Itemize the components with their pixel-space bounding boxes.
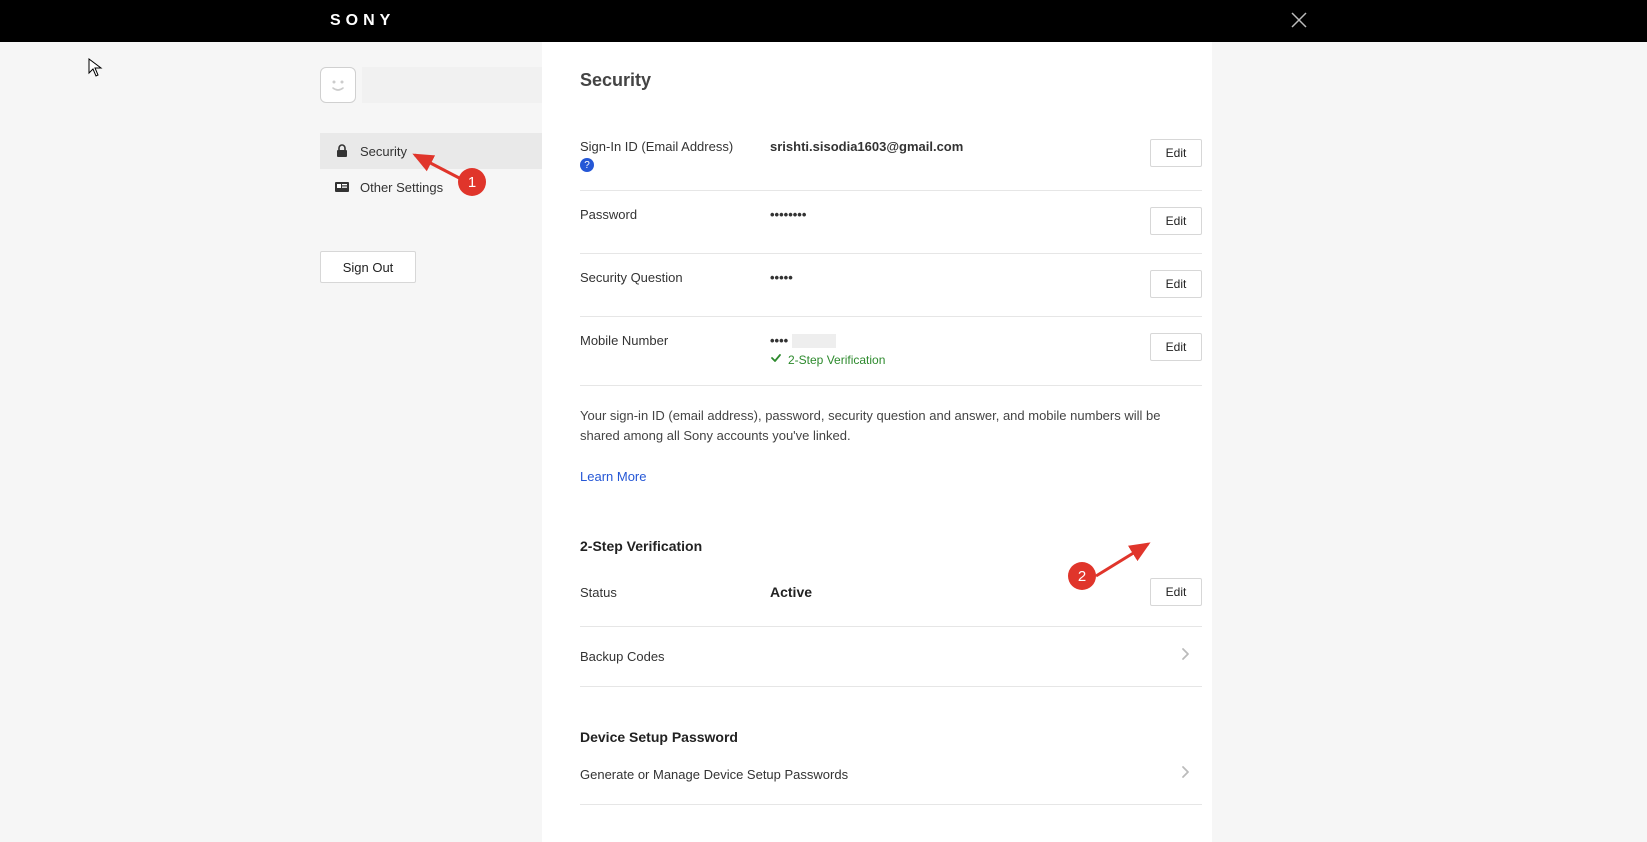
- status-value: Active: [770, 584, 1150, 600]
- topbar: SONY: [0, 0, 1647, 42]
- mobile-number-label: Mobile Number: [580, 333, 770, 348]
- security-question-label: Security Question: [580, 270, 770, 285]
- mobile-redacted-block: [792, 334, 836, 348]
- two-step-text: 2-Step Verification: [788, 353, 885, 367]
- page-title: Security: [580, 70, 1202, 91]
- brand-logo: SONY: [330, 12, 395, 30]
- edit-mobile-button[interactable]: Edit: [1150, 333, 1202, 361]
- status-label: Status: [580, 585, 770, 600]
- security-question-masked: •••••: [770, 270, 793, 285]
- edit-password-button[interactable]: Edit: [1150, 207, 1202, 235]
- sidebar-item-label: Other Settings: [360, 180, 443, 195]
- chevron-right-icon: [1180, 647, 1202, 666]
- learn-more-link[interactable]: Learn More: [580, 469, 646, 484]
- two-step-section-title: 2-Step Verification: [580, 538, 1202, 554]
- signin-id-label: Sign-In ID (Email Address) ?: [580, 139, 770, 172]
- sidebar-item-other-settings[interactable]: Other Settings: [320, 169, 542, 205]
- two-step-indicator: 2-Step Verification: [770, 352, 1150, 367]
- signin-id-row: Sign-In ID (Email Address) ? srishti.sis…: [580, 123, 1202, 191]
- profile-name-placeholder: [362, 67, 542, 103]
- avatar: [320, 67, 356, 103]
- main-panel: Security Sign-In ID (Email Address) ? sr…: [542, 42, 1212, 842]
- password-masked: ••••••••: [770, 207, 806, 222]
- lock-icon: [334, 143, 350, 159]
- sidebar: Security Other Settings Sign Out: [0, 42, 542, 842]
- check-icon: [770, 352, 782, 367]
- signin-id-value: srishti.sisodia1603@gmail.com: [770, 139, 1150, 154]
- password-label: Password: [580, 207, 770, 222]
- card-icon: [334, 179, 350, 195]
- backup-codes-row[interactable]: Backup Codes: [580, 627, 1202, 687]
- cursor-icon: [88, 58, 104, 81]
- device-setup-manage-label: Generate or Manage Device Setup Password…: [580, 767, 1180, 782]
- security-question-row: Security Question ••••• Edit: [580, 254, 1202, 317]
- close-icon[interactable]: [1291, 12, 1307, 31]
- sidebar-item-label: Security: [360, 144, 407, 159]
- shared-info-note: Your sign-in ID (email address), passwor…: [580, 406, 1202, 445]
- profile-row: [320, 67, 542, 103]
- sidebar-item-security[interactable]: Security: [320, 133, 542, 169]
- annotation-callout-2: 2: [1068, 562, 1096, 590]
- help-icon[interactable]: ?: [580, 158, 594, 172]
- content-layout: Security Other Settings Sign Out Securit…: [0, 42, 1647, 842]
- chevron-right-icon: [1180, 765, 1202, 784]
- sidebar-inner: Security Other Settings Sign Out: [320, 67, 542, 283]
- two-step-status-row: Status Active Edit: [580, 554, 1202, 627]
- password-value: ••••••••: [770, 207, 1150, 222]
- mobile-masked-dots: ••••: [770, 333, 788, 348]
- mobile-masked-row: ••••: [770, 333, 1150, 348]
- edit-signin-id-button[interactable]: Edit: [1150, 139, 1202, 167]
- sign-out-button[interactable]: Sign Out: [320, 251, 416, 283]
- edit-security-question-button[interactable]: Edit: [1150, 270, 1202, 298]
- annotation-callout-1: 1: [458, 168, 486, 196]
- password-row: Password •••••••• Edit: [580, 191, 1202, 254]
- security-question-value: •••••: [770, 270, 1150, 285]
- signin-id-email: srishti.sisodia1603@gmail.com: [770, 139, 963, 154]
- device-setup-manage-row[interactable]: Generate or Manage Device Setup Password…: [580, 745, 1202, 805]
- mobile-number-value: •••• 2-Step Verification: [770, 333, 1150, 367]
- mobile-number-row: Mobile Number •••• 2-Step Verification E…: [580, 317, 1202, 386]
- device-setup-section-title: Device Setup Password: [580, 729, 1202, 745]
- backup-codes-label: Backup Codes: [580, 649, 1180, 664]
- edit-two-step-button[interactable]: Edit: [1150, 578, 1202, 606]
- signin-id-label-text: Sign-In ID (Email Address): [580, 139, 733, 154]
